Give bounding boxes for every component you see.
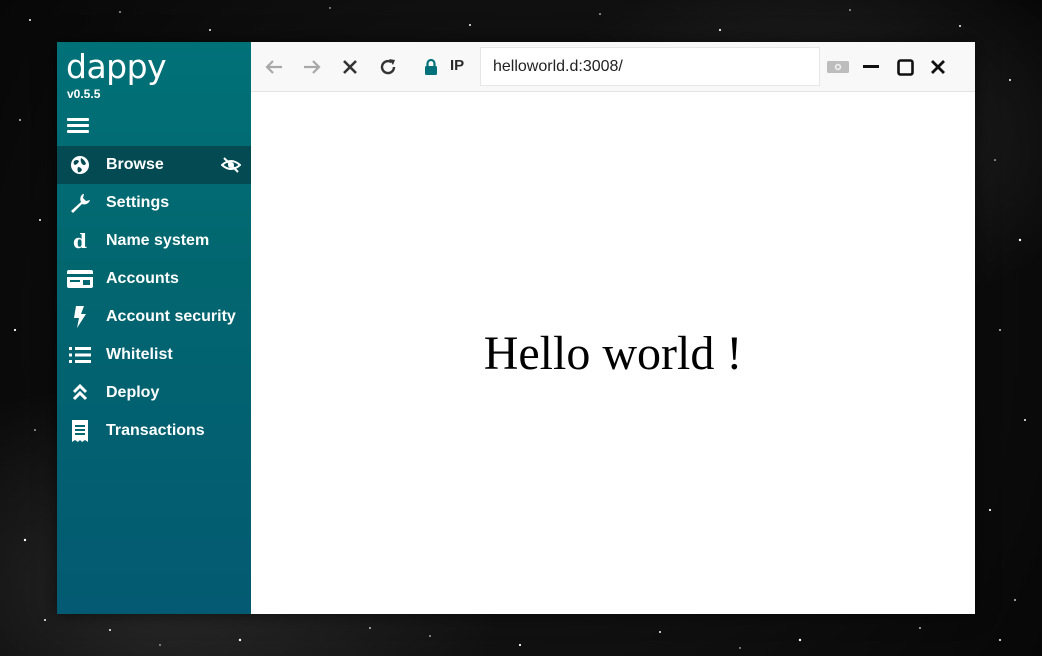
sidebar-item-whitelist[interactable]: Whitelist (57, 336, 251, 374)
minimize-icon[interactable] (860, 56, 882, 78)
app-name: dappy (66, 47, 167, 86)
sidebar-item-label: Accounts (106, 270, 179, 287)
receipt-icon (67, 419, 93, 443)
lock-icon (420, 56, 442, 78)
sidebar-item-label: Browse (106, 156, 164, 173)
sidebar-item-transactions[interactable]: Transactions (57, 412, 251, 450)
app-version: v0.5.5 (67, 87, 101, 101)
hamburger-menu-icon[interactable] (67, 115, 89, 135)
close-window-icon[interactable] (927, 56, 949, 78)
sidebar-item-label: Settings (106, 194, 170, 211)
sidebar-item-label: Account security (106, 308, 236, 325)
sidebar-item-accounts[interactable]: Accounts (57, 260, 251, 298)
browser-panel: IP helloworld.d:3008/ Hello world ! (251, 42, 975, 614)
globe-icon (67, 153, 93, 177)
bolt-icon (67, 305, 93, 329)
money-bill-icon[interactable] (827, 56, 849, 78)
sidebar-item-name-system[interactable]: d Name system (57, 222, 251, 260)
sidebar-item-label: Whitelist (106, 346, 173, 363)
app-window: dappy v0.5.5 Browse Settings d Name syst… (57, 42, 975, 614)
address-bar[interactable]: helloworld.d:3008/ (480, 47, 820, 86)
sidebar-item-label: Deploy (106, 384, 160, 401)
sidebar-item-deploy[interactable]: Deploy (57, 374, 251, 412)
back-arrow-icon[interactable] (263, 56, 285, 78)
reload-icon[interactable] (377, 56, 399, 78)
sidebar-item-browse[interactable]: Browse (57, 146, 251, 184)
double-chevron-up-icon (67, 381, 93, 405)
url-text: helloworld.d:3008/ (493, 57, 623, 75)
sidebar: dappy v0.5.5 Browse Settings d Name syst… (57, 42, 251, 614)
page-heading: Hello world ! (483, 327, 743, 380)
sidebar-item-settings[interactable]: Settings (57, 184, 251, 222)
web-content: Hello world ! (251, 92, 975, 614)
eye-slash-icon[interactable] (220, 156, 242, 174)
ip-label: IP (450, 57, 465, 74)
sidebar-item-account-security[interactable]: Account security (57, 298, 251, 336)
wrench-icon (67, 191, 93, 215)
d-letter-icon: d (73, 229, 87, 253)
sidebar-nav: Browse Settings d Name system Accounts A… (57, 146, 251, 450)
maximize-icon[interactable] (894, 56, 916, 78)
stop-close-icon[interactable] (339, 56, 361, 78)
browser-toolbar: IP helloworld.d:3008/ (251, 42, 975, 92)
list-icon (67, 343, 93, 367)
brand: dappy v0.5.5 (57, 42, 251, 104)
forward-arrow-icon[interactable] (301, 56, 323, 78)
card-icon (67, 267, 93, 291)
sidebar-item-label: Name system (106, 232, 210, 249)
sidebar-item-label: Transactions (106, 422, 205, 439)
